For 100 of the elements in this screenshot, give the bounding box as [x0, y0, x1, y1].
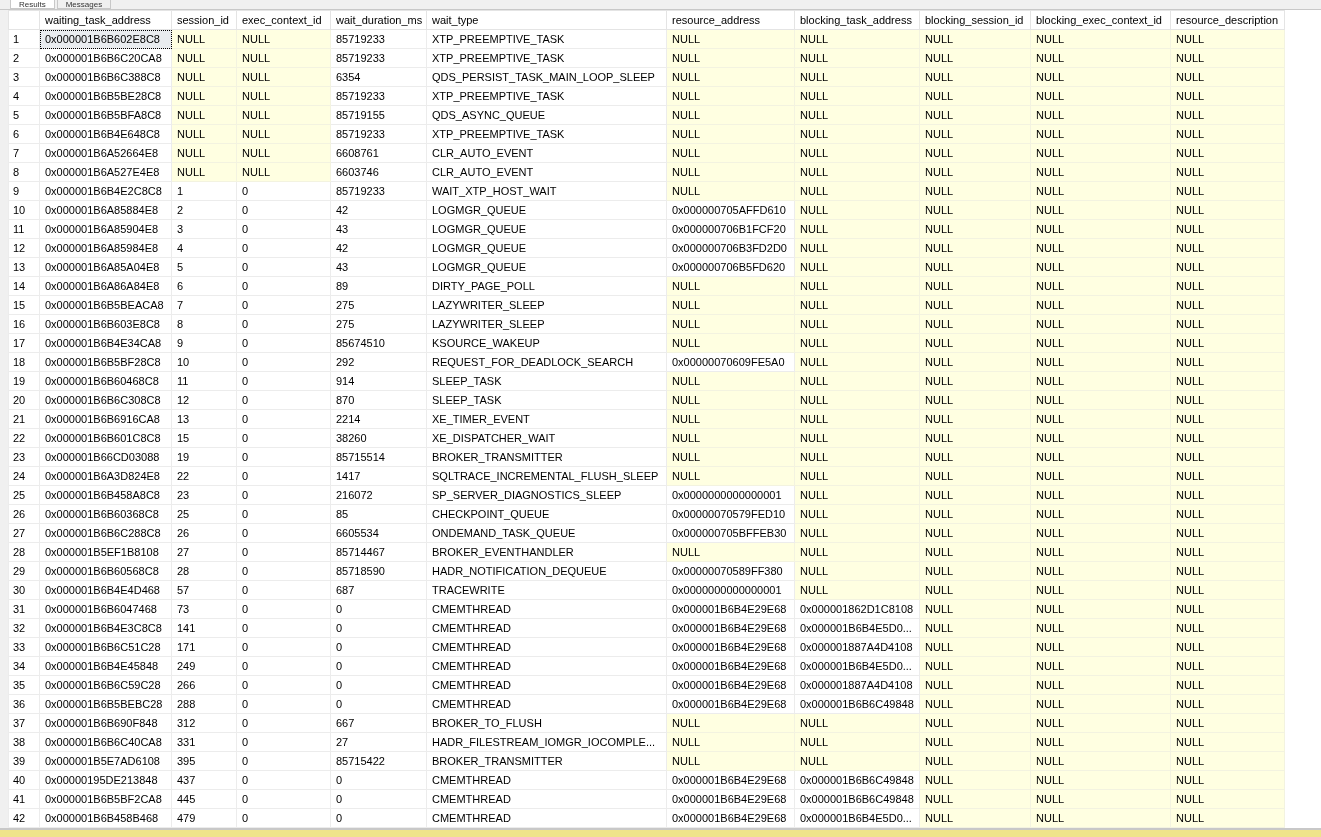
column-header[interactable]: session_id [171, 10, 237, 30]
table-cell: CMEMTHREAD [426, 770, 667, 790]
row-number: 10 [8, 200, 40, 220]
table-cell: 0x000001B6B4E29E68 [666, 637, 795, 657]
table-cell: XE_TIMER_EVENT [426, 409, 667, 429]
table-cell: CMEMTHREAD [426, 656, 667, 676]
table-cell: 26 [171, 523, 237, 543]
table-cell: 0x0000000000000001 [666, 485, 795, 505]
table-cell: 27 [171, 542, 237, 562]
table-cell: 15 [171, 428, 237, 448]
table-cell: BROKER_TRANSMITTER [426, 447, 667, 467]
table-cell: 0x000001B6B5BEBC28 [39, 694, 172, 714]
table-cell: 0 [236, 504, 331, 524]
row-number: 1 [8, 29, 40, 49]
table-cell: 0 [236, 485, 331, 505]
table-cell: XTP_PREEMPTIVE_TASK [426, 48, 667, 68]
row-number: 36 [8, 694, 40, 714]
table-cell: 0x000001B6B4E29E68 [666, 808, 795, 828]
table-cell: 0x000001B6B690F848 [39, 713, 172, 733]
table-cell: 0 [330, 656, 427, 676]
table-cell: 0x000001B6A85984E8 [39, 238, 172, 258]
table-cell: CLR_AUTO_EVENT [426, 143, 667, 163]
column-header[interactable]: blocking_task_address [794, 10, 920, 30]
table-cell: 85719233 [330, 48, 427, 68]
table-cell: 687 [330, 580, 427, 600]
table-cell: 0x000001B6B458A8C8 [39, 485, 172, 505]
table-cell: 0x000000706B3FD2D0 [666, 238, 795, 258]
column-header[interactable]: exec_context_id [236, 10, 331, 30]
column-header[interactable]: resource_address [666, 10, 795, 30]
table-cell: 0x00000070579FED10 [666, 504, 795, 524]
row-number: 2 [8, 48, 40, 68]
table-cell: 4 [171, 238, 237, 258]
table-cell: 43 [330, 219, 427, 239]
row-number: 28 [8, 542, 40, 562]
table-cell: 0 [236, 523, 331, 543]
table-cell: 10 [171, 352, 237, 372]
table-cell: 85719155 [330, 105, 427, 125]
table-cell: 85715514 [330, 447, 427, 467]
column-header[interactable]: blocking_session_id [919, 10, 1031, 30]
table-cell: 0x000001B6B4E29E68 [666, 618, 795, 638]
table-cell: 38260 [330, 428, 427, 448]
table-cell: 0x000000706B5FD620 [666, 257, 795, 277]
table-cell: 0x000001B6A86A84E8 [39, 276, 172, 296]
row-number: 7 [8, 143, 40, 163]
table-cell: 0x000001B6B6C20CA8 [39, 48, 172, 68]
table-cell: 0x000001B6B4E29E68 [666, 675, 795, 695]
table-cell: 0x000001B6B6916CA8 [39, 409, 172, 429]
table-cell: CMEMTHREAD [426, 599, 667, 619]
row-number: 5 [8, 105, 40, 125]
table-cell: 249 [171, 656, 237, 676]
table-cell: CMEMTHREAD [426, 675, 667, 695]
row-number: 25 [8, 485, 40, 505]
table-cell: 27 [330, 732, 427, 752]
table-cell: 0x000001B6B6C51C28 [39, 637, 172, 657]
row-number: 42 [8, 808, 40, 828]
table-cell: 9 [171, 333, 237, 353]
table-cell: 0 [236, 295, 331, 315]
table-cell: 0x000001B6B4E45848 [39, 656, 172, 676]
table-cell: 0x000001B5EF1B8108 [39, 542, 172, 562]
table-cell: 0x000000705AFFD610 [666, 200, 795, 220]
table-cell: 0x000001B6B4E29E68 [666, 694, 795, 714]
table-cell: 0x000001B6B603E8C8 [39, 314, 172, 334]
results-tab[interactable]: Results [10, 0, 55, 9]
table-cell: 43 [330, 257, 427, 277]
table-cell: 0x000001B6B4E648C8 [39, 124, 172, 144]
table-cell: 0 [236, 238, 331, 258]
table-cell: 85 [330, 504, 427, 524]
row-number: 30 [8, 580, 40, 600]
table-cell: 0x000001B6B5BFA8C8 [39, 105, 172, 125]
column-header[interactable]: wait_duration_ms [330, 10, 427, 30]
row-number: 34 [8, 656, 40, 676]
table-cell: 13 [171, 409, 237, 429]
table-cell: 0x000001B6B6C49848 [794, 770, 920, 790]
table-cell: 6605534 [330, 523, 427, 543]
table-cell: 0x00000070589FF380 [666, 561, 795, 581]
table-cell: CLR_AUTO_EVENT [426, 162, 667, 182]
table-cell: 0 [236, 314, 331, 334]
column-header[interactable]: waiting_task_address [39, 10, 172, 30]
table-cell: 0x000001B6B6C49848 [794, 694, 920, 714]
table-cell: TRACEWRITE [426, 580, 667, 600]
table-cell: WAIT_XTP_HOST_WAIT [426, 181, 667, 201]
column-header[interactable]: resource_description [1170, 10, 1285, 30]
table-cell: 0 [236, 181, 331, 201]
table-cell: 5 [171, 257, 237, 277]
table-cell: 216072 [330, 485, 427, 505]
row-number: 6 [8, 124, 40, 144]
table-cell: 0x000001B6B4E3C8C8 [39, 618, 172, 638]
table-cell: SLEEP_TASK [426, 390, 667, 410]
column-header[interactable]: wait_type [426, 10, 667, 30]
table-cell: 0x000001B6B60468C8 [39, 371, 172, 391]
table-cell: BROKER_TRANSMITTER [426, 751, 667, 771]
table-cell: 0x000001B6B60368C8 [39, 504, 172, 524]
table-cell: SLEEP_TASK [426, 371, 667, 391]
table-cell: KSOURCE_WAKEUP [426, 333, 667, 353]
table-cell: LOGMGR_QUEUE [426, 219, 667, 239]
results-tab[interactable]: Messages [56, 0, 112, 9]
table-cell: 0 [236, 770, 331, 790]
table-cell: 445 [171, 789, 237, 809]
column-header[interactable]: blocking_exec_context_id [1030, 10, 1171, 30]
table-cell: 0x000001B6A85904E8 [39, 219, 172, 239]
